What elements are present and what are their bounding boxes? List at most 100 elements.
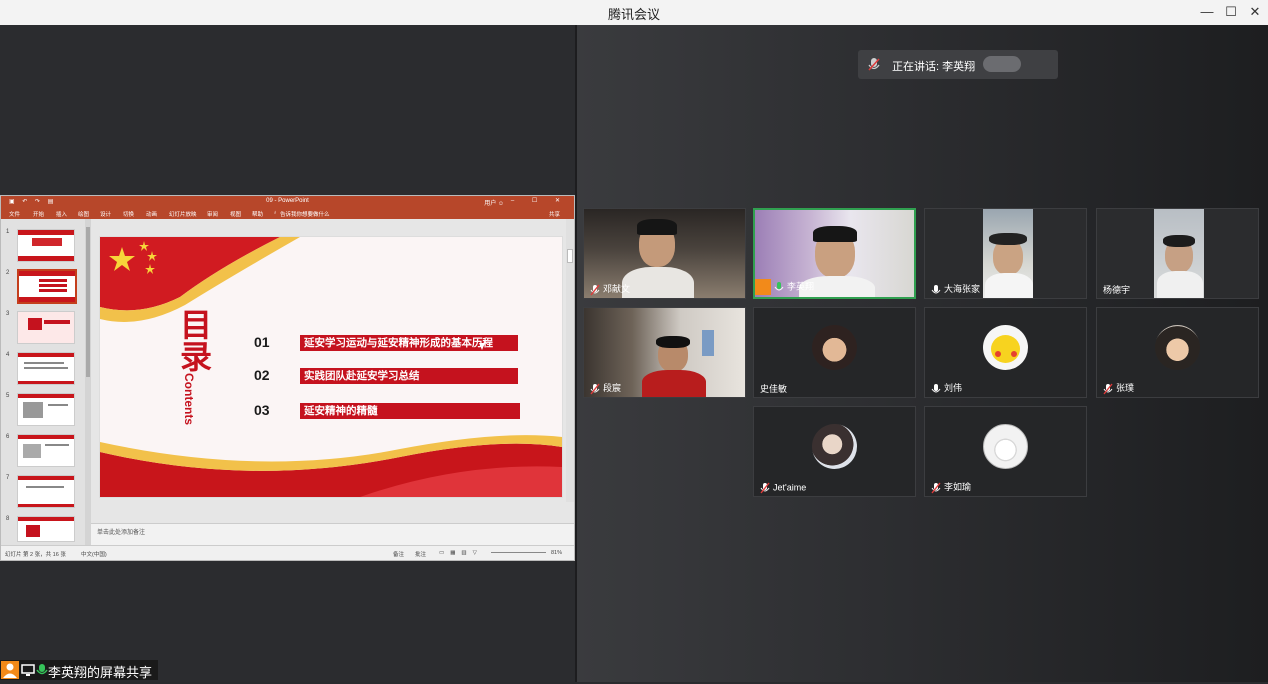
toc-number: 03	[254, 402, 270, 418]
mic-icon	[931, 285, 941, 294]
notes-toggle[interactable]: 备注	[393, 550, 404, 558]
user-avatar-icon	[755, 279, 771, 295]
tab-slideshow[interactable]: 幻灯片放映	[169, 210, 197, 218]
toc-text: 延安精神的精髓	[300, 403, 520, 419]
participant-name-text: 史佳敏	[760, 384, 788, 394]
participant-name: Jet'aime	[760, 482, 806, 494]
notes-pane[interactable]: 单击此处添加备注	[91, 523, 574, 546]
screen-share-icon	[21, 664, 35, 676]
participant-name-text: 杨德宇	[1103, 285, 1131, 295]
tab-transitions[interactable]: 切换	[123, 210, 134, 218]
participant-tile[interactable]: 史佳敏	[753, 307, 916, 398]
thumb-number: 8	[6, 516, 10, 522]
thumb-number: 4	[6, 352, 10, 358]
participant-avatar	[1155, 325, 1200, 370]
mic-muted-icon	[590, 284, 600, 296]
slide-thumbnail-selected[interactable]	[17, 269, 77, 304]
participant-avatar	[983, 424, 1028, 469]
comments-toggle[interactable]: 批注	[415, 550, 426, 558]
participant-tile[interactable]: Jet'aime	[753, 406, 916, 497]
thumb-number: 5	[6, 393, 10, 399]
minimize-button[interactable]: —	[1196, 2, 1218, 22]
mouse-cursor-icon	[479, 343, 485, 350]
powerpoint-window: ▣ ↶ ↷ ▤ 09 - PowerPoint 用户 ☺ – ☐ ✕ 文件 开始…	[0, 195, 575, 561]
ppt-titlebar: ▣ ↶ ↷ ▤ 09 - PowerPoint 用户 ☺ – ☐ ✕	[1, 196, 574, 208]
current-slide[interactable]: 目录 Contents	[99, 236, 563, 498]
participant-name: 李如瑜	[931, 480, 971, 494]
participant-tile[interactable]: 邓献文	[583, 208, 746, 299]
tab-design[interactable]: 设计	[100, 210, 111, 218]
slide-thumbnail[interactable]	[17, 311, 75, 344]
participant-name-text: 大海张家	[944, 284, 981, 295]
ppt-account[interactable]: 用户 ☺	[484, 198, 504, 207]
mic-muted-icon	[590, 383, 600, 395]
participant-name-text: Jet'aime	[773, 482, 807, 493]
tab-file[interactable]: 文件	[9, 210, 20, 218]
mic-icon	[931, 384, 941, 393]
participant-tile[interactable]: 杨德宇	[1096, 208, 1259, 299]
thumb-number: 3	[6, 311, 10, 317]
mic-muted-icon	[868, 58, 880, 71]
slide-thumbnail[interactable]	[17, 516, 75, 542]
participant-tile[interactable]: 张璞	[1096, 307, 1259, 398]
toc-number: 02	[254, 367, 270, 383]
language-indicator[interactable]: 中文(中国)	[81, 550, 107, 558]
participant-name: 段宸	[590, 381, 621, 395]
slide-thumbnail[interactable]	[17, 475, 75, 508]
participant-tile[interactable]: 李如瑜	[924, 406, 1087, 497]
participant-gallery: 正在讲话: 李英翔 邓献文 李英翔 大海张家 杨德宇 段宸 史佳敏 刘伟 张璞 …	[577, 25, 1268, 682]
user-avatar-icon	[1, 661, 19, 679]
thumb-number: 2	[6, 270, 10, 276]
tab-help[interactable]: 帮助	[252, 210, 263, 218]
maximize-button[interactable]: ☐	[1220, 2, 1242, 22]
screen-share-label: 李英翔的屏幕共享	[48, 665, 153, 680]
participant-tile-active[interactable]: 李英翔	[753, 208, 916, 299]
mic-active-icon	[774, 282, 784, 291]
current-speaker-label: 正在讲话: 李英翔	[892, 61, 976, 73]
close-button[interactable]: ✕	[1244, 2, 1266, 22]
thumb-number: 6	[6, 434, 10, 440]
thumb-number: 1	[6, 229, 10, 235]
tab-review[interactable]: 审阅	[207, 210, 218, 218]
slide-scrollbar[interactable]	[566, 219, 574, 502]
thumb-number: 7	[6, 475, 10, 481]
screen-share-bar: 李英翔的屏幕共享	[0, 660, 158, 680]
ppt-body: 1 2 3 4 5 6 7 8 目录 Contents 01 延安学习运动与延安…	[1, 219, 574, 546]
tab-animations[interactable]: 动画	[146, 210, 157, 218]
participant-name-text: 张璞	[1116, 383, 1135, 394]
ppt-ribbon-tabs: 文件 开始 插入 绘图 设计 切换 动画 幻灯片放映 审阅 视图 帮助 ♁ 告诉…	[1, 208, 574, 219]
slide-heading-cn: 目录	[180, 307, 213, 375]
view-buttons[interactable]: ▭▦▥▽	[439, 550, 483, 556]
participant-name-text: 李如瑜	[944, 482, 972, 493]
participant-tile[interactable]: 大海张家	[924, 208, 1087, 299]
participant-name-text: 段宸	[603, 383, 622, 394]
ppt-status-bar: 幻灯片 第 2 张，共 16 张 中文(中国) 备注 批注 ▭▦▥▽ 81%	[1, 545, 574, 560]
ppt-share-button[interactable]: 共享	[549, 210, 560, 218]
tab-home[interactable]: 开始	[33, 210, 44, 218]
zoom-slider[interactable]	[491, 552, 546, 553]
participant-tile[interactable]: 刘伟	[924, 307, 1087, 398]
tell-me-box[interactable]: 告诉我你想要做什么	[280, 210, 330, 218]
participant-name: 大海张家	[931, 282, 980, 296]
toc-number: 01	[254, 334, 270, 350]
slide-thumbnail[interactable]	[17, 393, 75, 426]
ppt-window-controls[interactable]: – ☐ ✕	[511, 197, 568, 204]
participant-tile[interactable]: 段宸	[583, 307, 746, 398]
slide-thumbnail[interactable]	[17, 434, 75, 467]
mic-muted-icon	[931, 482, 941, 494]
participant-avatar	[812, 325, 857, 370]
slide-thumbnail-pane: 1 2 3 4 5 6 7 8	[1, 219, 86, 546]
slide-thumbnail[interactable]	[17, 229, 75, 262]
tab-insert[interactable]: 插入	[56, 210, 67, 218]
participant-avatar	[983, 325, 1028, 370]
mic-muted-icon	[760, 482, 770, 494]
slide-thumbnail[interactable]	[17, 352, 75, 385]
zoom-level[interactable]: 81%	[551, 550, 562, 556]
participant-avatar	[812, 424, 857, 469]
participant-name: 张璞	[1103, 381, 1134, 395]
slide-background	[100, 237, 562, 497]
shared-screen-pane: ▣ ↶ ↷ ▤ 09 - PowerPoint 用户 ☺ – ☐ ✕ 文件 开始…	[0, 25, 575, 682]
toc-text: 实践团队赴延安学习总结	[300, 368, 518, 384]
tab-view[interactable]: 视图	[230, 210, 241, 218]
tab-draw[interactable]: 绘图	[78, 210, 89, 218]
